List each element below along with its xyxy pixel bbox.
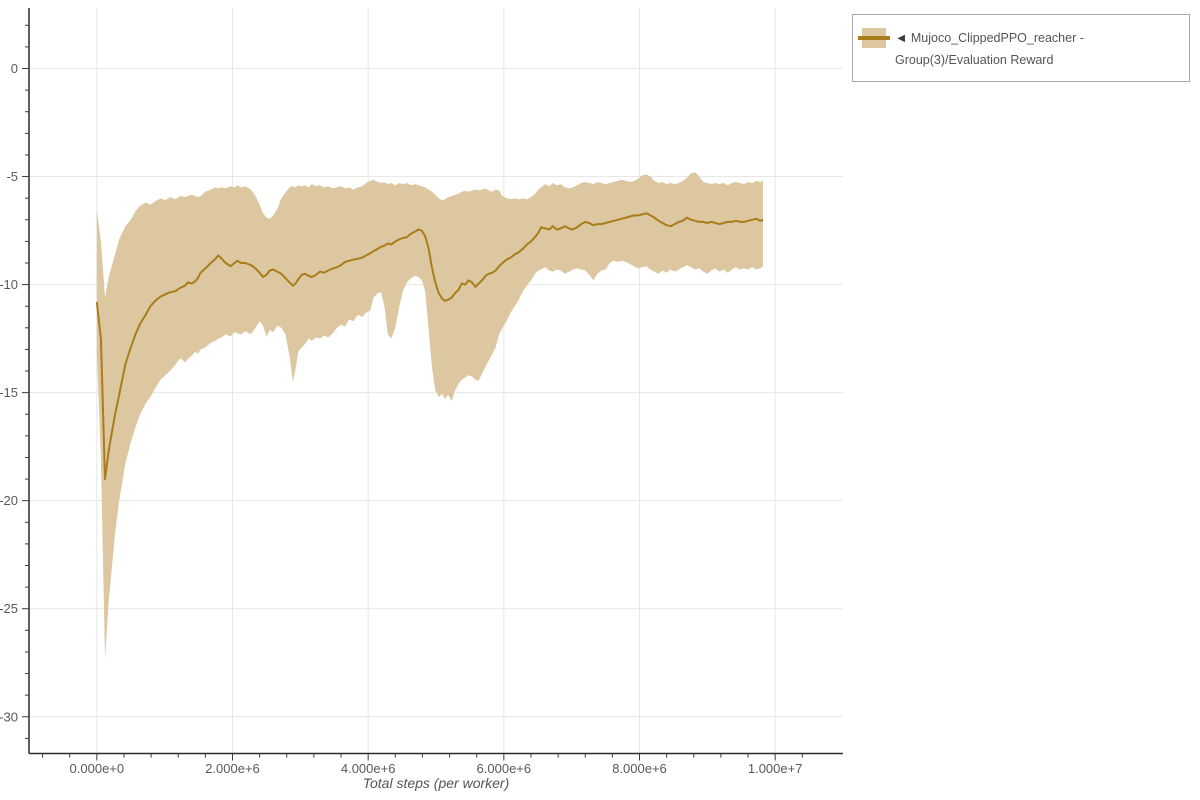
legend-collapse-icon[interactable]: ◄ <box>895 31 907 45</box>
y-tick-label: 0 <box>11 61 18 76</box>
legend-series-label: Mujoco_ClippedPPO_reacher - Group(3)/Eva… <box>895 31 1084 67</box>
legend-box[interactable]: ◄ Mujoco_ClippedPPO_reacher - Group(3)/E… <box>852 14 1190 82</box>
legend-swatch-line-icon <box>858 36 890 40</box>
x-axis-title: Total steps (per worker) <box>362 775 510 791</box>
legend-series-swatch <box>858 28 890 48</box>
confidence-band <box>96 172 764 659</box>
x-tick-label: 4.000e+6 <box>341 761 396 776</box>
y-tick-label: -20 <box>0 493 18 508</box>
x-tick-label: 2.000e+6 <box>205 761 260 776</box>
legend-entry[interactable]: ◄ Mujoco_ClippedPPO_reacher - Group(3)/E… <box>895 27 1185 71</box>
reward-chart-plot[interactable]: 0 -5 -10 -15 -20 -25 -30 0.000e+0 2.000e+6 4.000e… <box>0 0 1200 800</box>
y-tick-label: -10 <box>0 277 18 292</box>
y-tick-label: -15 <box>0 385 18 400</box>
y-tick-label: -5 <box>6 169 18 184</box>
x-tick-label: 1.000e+7 <box>748 761 803 776</box>
x-tick-label: 8.000e+6 <box>612 761 667 776</box>
x-tick-label: 0.000e+0 <box>70 761 125 776</box>
x-tick-label: 6.000e+6 <box>477 761 532 776</box>
y-tick-label: -30 <box>0 709 18 724</box>
y-tick-label: -25 <box>0 601 18 616</box>
